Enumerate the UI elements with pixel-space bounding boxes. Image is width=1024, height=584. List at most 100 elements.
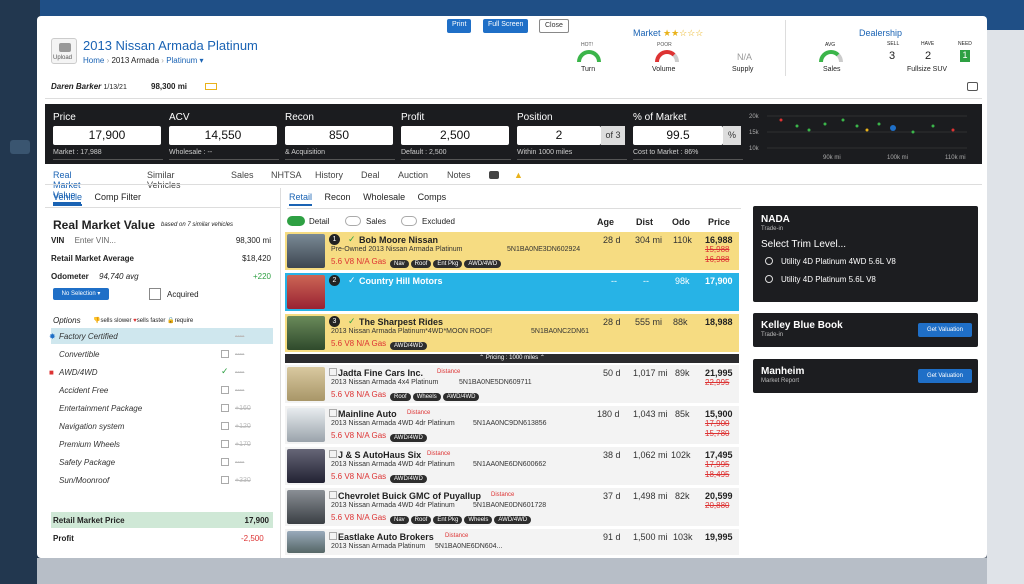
dealer-name[interactable]: Chevrolet Buick GMC of Puyallup [338, 491, 481, 501]
option-checkbox[interactable] [221, 422, 229, 430]
vehicle-thumbnail[interactable] [287, 275, 325, 309]
trim-dropdown[interactable]: Platinum [166, 56, 197, 65]
warning-icon[interactable]: ▲ [514, 170, 523, 180]
rank-badge: 1 [329, 234, 340, 245]
vehicle-thumbnail[interactable] [287, 316, 325, 350]
close-button[interactable]: Close [539, 19, 569, 33]
listing-row-current[interactable]: 2 ✓ Country Hill Motors -- -- 98k 17,900 [285, 273, 739, 311]
listing-row[interactable]: Chevrolet Buick GMC of Puyallup Distance… [285, 488, 739, 526]
option-sunroof[interactable]: Sun/Moonroof [59, 476, 109, 485]
subtab-comp-filter[interactable]: Comp Filter [95, 192, 142, 202]
option-awd-4wd[interactable]: AWD/4WD [59, 368, 98, 377]
option-entertainment[interactable]: Entertainment Package [59, 404, 142, 413]
position-input[interactable]: 2 [517, 126, 601, 145]
sales-toggle[interactable] [345, 216, 361, 226]
col-odo[interactable]: Odo [672, 217, 690, 227]
option-checkbox[interactable] [221, 404, 229, 412]
trim-radio[interactable] [765, 275, 773, 283]
listing-row[interactable]: 3 ✓ The Sharpest Rides 2013 Nissan Armad… [285, 314, 739, 352]
tab-nhtsa[interactable]: NHTSA [271, 170, 302, 180]
acv-input[interactable]: 14,550 [169, 126, 277, 145]
option-factory-certified[interactable]: Factory Certified [59, 332, 118, 341]
listing-price: 15,900 [705, 409, 733, 419]
option-checkbox[interactable] [221, 458, 229, 466]
fullscreen-button[interactable]: Full Screen [483, 19, 529, 33]
listing-row[interactable]: Mainline Auto Distance 2013 Nissan Armad… [285, 406, 739, 444]
dealer-name[interactable]: Bob Moore Nissan [359, 235, 438, 245]
listing-checkbox[interactable] [329, 532, 337, 540]
subtab-recon[interactable]: Recon [325, 192, 351, 202]
dealer-name[interactable]: Country Hill Motors [359, 276, 443, 286]
profit-input[interactable]: 2,500 [401, 126, 509, 145]
kbb-get-valuation-button[interactable]: Get Valuation [918, 323, 972, 337]
dealer-name[interactable]: J & S AutoHaus Six [338, 450, 421, 460]
trim-option[interactable]: Utility 4D Platinum 4WD 5.6L V8 [781, 257, 896, 266]
option-checkbox[interactable] [221, 386, 229, 394]
listing-vin: 5N1BA0NE3DN602924 [507, 246, 581, 253]
tab-similar-vehicles[interactable]: Similar Vehicles [147, 170, 181, 190]
badge: Roof [410, 260, 432, 268]
camera-icon[interactable] [489, 171, 499, 179]
option-checkbox[interactable] [221, 350, 229, 358]
subtab-vehicle[interactable]: Vehicle [53, 192, 83, 206]
vin-input[interactable]: Enter VIN... [75, 236, 116, 245]
listing-row[interactable]: 1 ✓ Bob Moore Nissan Pre-Owned 2013 Niss… [285, 232, 739, 270]
option-value: ---- [235, 459, 245, 466]
upload-photo-button[interactable]: Upload [51, 38, 77, 64]
tab-history[interactable]: History [315, 170, 343, 180]
col-age[interactable]: Age [597, 217, 614, 227]
print-button[interactable]: Print [447, 19, 472, 33]
recon-input[interactable]: 850 [285, 126, 393, 145]
vehicle-thumbnail[interactable] [287, 367, 325, 401]
acquired-checkbox[interactable] [149, 288, 161, 300]
col-dist[interactable]: Dist [636, 217, 653, 227]
dealer-name[interactable]: Eastlake Auto Brokers [338, 532, 434, 542]
trim-option[interactable]: Utility 4D Platinum 5.6L V8 [781, 275, 876, 284]
listing-row[interactable]: Jadta Fine Cars Inc. Distance 2013 Nissa… [285, 365, 739, 403]
listing-row[interactable]: Eastlake Auto Brokers Distance 2013 Niss… [285, 529, 739, 555]
manheim-subtitle: Market Report [761, 378, 800, 384]
dealer-name[interactable]: Mainline Auto [338, 409, 397, 419]
breadcrumb-home[interactable]: Home [83, 56, 104, 65]
tab-sales[interactable]: Sales [231, 170, 254, 180]
nada-title: NADA [761, 214, 790, 225]
percent-market-input[interactable]: 99.5 [633, 126, 723, 145]
price-input[interactable]: 17,900 [53, 126, 161, 145]
manheim-get-valuation-button[interactable]: Get Valuation [918, 369, 972, 383]
option-safety[interactable]: Safety Package [59, 458, 115, 467]
window-sticker-icon[interactable] [205, 83, 217, 90]
subtab-retail[interactable]: Retail [289, 192, 313, 206]
listing-checkbox[interactable] [329, 409, 337, 417]
vehicle-thumbnail[interactable] [287, 408, 325, 442]
subtab-wholesale[interactable]: Wholesale [363, 192, 405, 202]
dealer-name[interactable]: The Sharpest Rides [359, 317, 443, 327]
tab-deal[interactable]: Deal [361, 170, 380, 180]
option-convertible[interactable]: Convertible [59, 350, 99, 359]
detail-toggle[interactable] [287, 216, 305, 226]
vehicle-thumbnail[interactable] [287, 531, 325, 553]
option-checkbox[interactable] [221, 440, 229, 448]
pricing-divider[interactable]: ⌃ Pricing : 1000 miles ⌃ [285, 354, 739, 363]
comments-icon[interactable] [967, 82, 978, 91]
option-accident-free[interactable]: Accident Free [59, 386, 108, 395]
check-icon[interactable]: ✓ [221, 366, 229, 377]
option-premium-wheels[interactable]: Premium Wheels [59, 440, 120, 449]
dealer-name[interactable]: Jadta Fine Cars Inc. [338, 368, 423, 378]
tab-notes[interactable]: Notes [447, 170, 471, 180]
listing-row[interactable]: J & S AutoHaus Six Distance 2013 Nissan … [285, 447, 739, 485]
vehicle-thumbnail[interactable] [287, 490, 325, 524]
vehicle-thumbnail[interactable] [287, 234, 325, 268]
tab-auction[interactable]: Auction [398, 170, 428, 180]
chevron-down-icon[interactable]: ▾ [197, 56, 204, 65]
listing-checkbox[interactable] [329, 450, 337, 458]
listing-checkbox[interactable] [329, 491, 337, 499]
no-selection-dropdown[interactable]: No Selection ▾ [53, 288, 109, 300]
vehicle-thumbnail[interactable] [287, 449, 325, 483]
subtab-comps[interactable]: Comps [418, 192, 447, 202]
option-checkbox[interactable] [221, 476, 229, 484]
excluded-toggle[interactable] [401, 216, 417, 226]
listing-checkbox[interactable] [329, 368, 337, 376]
trim-radio[interactable] [765, 257, 773, 265]
col-price[interactable]: Price [708, 217, 730, 227]
option-navigation[interactable]: Navigation system [59, 422, 124, 431]
